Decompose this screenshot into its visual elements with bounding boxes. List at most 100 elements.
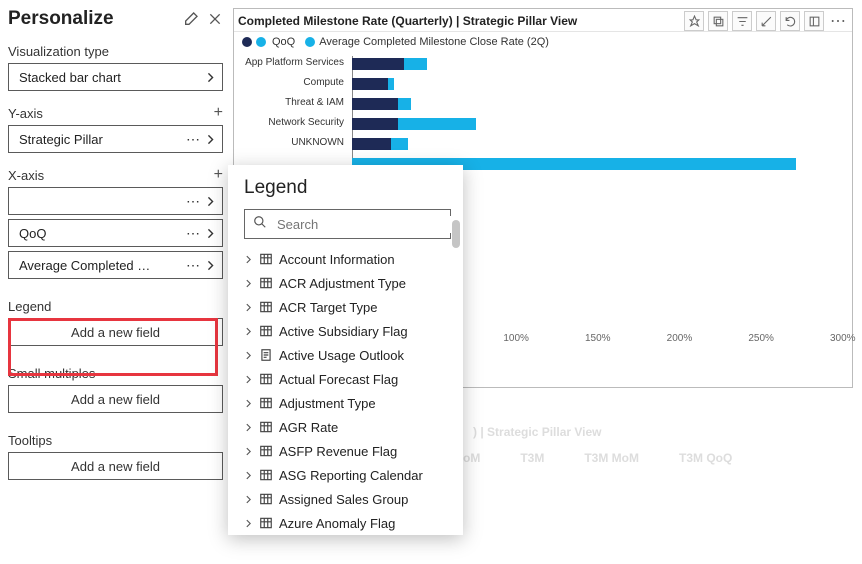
xaxis-field-0[interactable]: ⋯	[8, 187, 223, 215]
copy-icon[interactable]	[708, 11, 728, 31]
faded-col-1: T3M	[520, 451, 544, 465]
legend-swatch-light	[305, 37, 315, 47]
xaxis-value-2: Average Completed …	[19, 258, 182, 273]
bar-segment[interactable]	[352, 118, 398, 130]
yaxis-field[interactable]: Strategic Pillar ⋯	[8, 125, 223, 153]
more-options-icon[interactable]: ⋯	[828, 11, 848, 31]
chevron-right-icon	[205, 260, 216, 271]
category-label: Compute	[244, 77, 344, 88]
faded-col-3: T3M QoQ	[679, 451, 732, 465]
bar-segment[interactable]	[352, 58, 404, 70]
panel-title: Personalize	[8, 8, 114, 30]
close-icon[interactable]	[207, 11, 223, 27]
chevron-right-icon	[244, 279, 253, 288]
chevron-right-icon	[244, 351, 253, 360]
chevron-right-icon	[205, 196, 216, 207]
bar-segment[interactable]	[398, 118, 476, 130]
category-label: UNKNOWN	[244, 137, 344, 148]
tree-item[interactable]: Active Subsidiary Flag	[244, 319, 451, 343]
tree-item[interactable]: Adjustment Type	[244, 391, 451, 415]
tree-item-label: ASFP Revenue Flag	[279, 444, 397, 459]
legend-flyout: Legend Account InformationACR Adjustment…	[228, 165, 463, 535]
bar-segment[interactable]	[398, 98, 411, 110]
tree-item-label: Adjustment Type	[279, 396, 376, 411]
tree-item[interactable]: ASFP Revenue Flag	[244, 439, 451, 463]
bar-segment[interactable]	[388, 78, 395, 90]
personalize-icon[interactable]	[756, 11, 776, 31]
section-xaxis-label: X-axis +	[8, 167, 223, 183]
pin-icon[interactable]	[684, 11, 704, 31]
more-icon[interactable]: ⋯	[182, 225, 205, 242]
axis-tick: 250%	[748, 333, 774, 344]
table-icon	[259, 372, 273, 386]
tree-item-label: Account Information	[279, 252, 395, 267]
small-multiples-add-field-button[interactable]: Add a new field	[8, 385, 223, 413]
field-tree[interactable]: Account Information ACR Adjustment Type AC…	[244, 247, 451, 535]
xaxis-field-2[interactable]: Average Completed … ⋯	[8, 251, 223, 279]
tooltips-add-label: Add a new field	[71, 459, 160, 474]
tree-item[interactable]: Azure Anomaly Flag	[244, 511, 451, 535]
chevron-right-icon	[205, 72, 216, 83]
chevron-right-icon	[244, 375, 253, 384]
tree-item[interactable]: Actual Forecast Flag	[244, 367, 451, 391]
search-input[interactable]	[275, 216, 455, 233]
bar-segment[interactable]	[352, 138, 391, 150]
label-tooltips: Tooltips	[8, 433, 52, 448]
tooltips-add-field-button[interactable]: Add a new field	[8, 452, 223, 480]
tree-item-label: Assigned Sales Group	[279, 492, 408, 507]
chevron-right-icon	[205, 134, 216, 145]
category-label: Threat & IAM	[244, 97, 344, 108]
tree-item[interactable]: Assigned Sales Group	[244, 487, 451, 511]
tree-item[interactable]: AGR Rate	[244, 415, 451, 439]
chevron-right-icon	[244, 327, 253, 336]
legend-swatch-dark	[242, 37, 252, 47]
erase-icon[interactable]	[183, 11, 199, 27]
tree-item[interactable]: ACR Adjustment Type	[244, 271, 451, 295]
reset-icon[interactable]	[780, 11, 800, 31]
chevron-right-icon	[244, 471, 253, 480]
more-icon[interactable]: ⋯	[182, 131, 205, 148]
chevron-right-icon	[244, 447, 253, 456]
add-xaxis-icon[interactable]: +	[214, 167, 223, 183]
bar-segment[interactable]	[352, 78, 388, 90]
table-icon	[259, 492, 273, 506]
table-icon	[259, 276, 273, 290]
focus-icon[interactable]	[804, 11, 824, 31]
label-legend: Legend	[8, 299, 51, 314]
label-viz-type: Visualization type	[8, 44, 109, 59]
xaxis-field-1[interactable]: QoQ ⋯	[8, 219, 223, 247]
scrollbar-thumb[interactable]	[452, 220, 460, 248]
legend-label-1: QoQ	[272, 36, 295, 48]
tree-item[interactable]: Account Information	[244, 247, 451, 271]
viz-type-selector[interactable]: Stacked bar chart	[8, 63, 223, 91]
tree-item-label: ACR Adjustment Type	[279, 276, 406, 291]
add-yaxis-icon[interactable]: +	[214, 105, 223, 121]
section-small-multiples-label: Small multiples	[8, 366, 223, 381]
bar-segment[interactable]	[352, 98, 398, 110]
yaxis-value: Strategic Pillar	[19, 132, 182, 147]
filter-icon[interactable]	[732, 11, 752, 31]
tree-item-label: ACR Target Type	[279, 300, 378, 315]
chevron-right-icon	[244, 399, 253, 408]
category-label: Network Security	[244, 117, 344, 128]
tree-item[interactable]: ACR Target Type	[244, 295, 451, 319]
table-icon	[259, 252, 273, 266]
bar-segment[interactable]	[391, 138, 407, 150]
more-icon[interactable]: ⋯	[182, 193, 205, 210]
tree-item-label: Azure Anomaly Flag	[279, 516, 395, 531]
more-icon[interactable]: ⋯	[182, 257, 205, 274]
faded-col-2: T3M MoM	[584, 451, 639, 465]
tree-item[interactable]: Active Usage Outlook	[244, 343, 451, 367]
tree-item[interactable]: ASG Reporting Calendar	[244, 463, 451, 487]
table-icon	[259, 396, 273, 410]
chevron-right-icon	[244, 303, 253, 312]
section-yaxis-label: Y-axis +	[8, 105, 223, 121]
chevron-right-icon	[244, 495, 253, 504]
bar-segment[interactable]	[404, 58, 427, 70]
search-icon	[253, 215, 267, 234]
flyout-search[interactable]	[244, 209, 451, 239]
legend-add-field-button[interactable]: Add a new field	[8, 318, 223, 346]
viz-type-value: Stacked bar chart	[19, 70, 205, 85]
table-icon	[259, 348, 273, 362]
table-icon	[259, 444, 273, 458]
